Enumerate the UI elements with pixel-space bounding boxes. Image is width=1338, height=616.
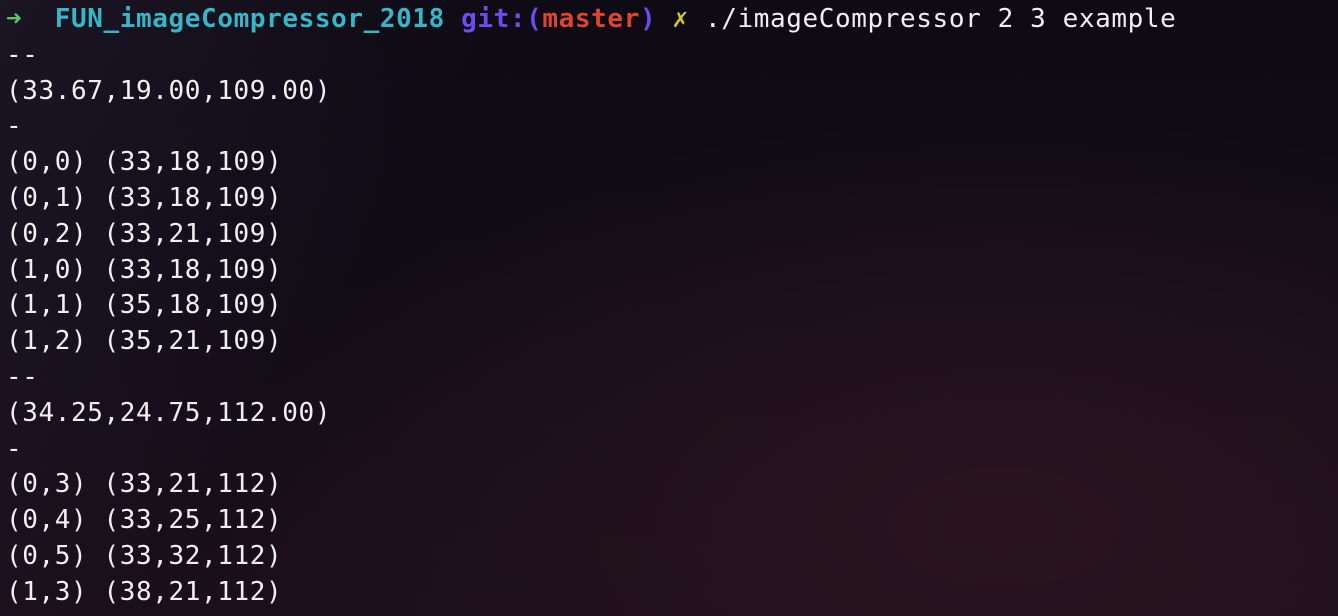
prompt-line: ➜ FUN_imageCompressor_2018 git:(master) … bbox=[6, 2, 1338, 38]
output-line: (0,1) (33,18,109) bbox=[6, 182, 283, 213]
current-directory: FUN_imageCompressor_2018 bbox=[54, 4, 445, 34]
git-label: git:( bbox=[461, 4, 543, 34]
output-line: - bbox=[6, 111, 23, 142]
dirty-marker-icon: ✗ bbox=[672, 4, 689, 34]
output-line: (0,4) (33,25,112) bbox=[6, 505, 283, 536]
output-line: -- bbox=[6, 361, 39, 392]
git-label-close: ) bbox=[639, 4, 657, 34]
output-line: (1,1) (35,18,109) bbox=[6, 290, 283, 321]
prompt-arrow-icon: ➜ bbox=[6, 4, 23, 34]
output-line: -- bbox=[6, 39, 39, 70]
output-line: (0,5) (33,32,112) bbox=[6, 540, 283, 571]
terminal-window[interactable]: ➜ FUN_imageCompressor_2018 git:(master) … bbox=[0, 0, 1338, 616]
output-line: (33.67,19.00,109.00) bbox=[6, 75, 332, 106]
output-line: (0,2) (33,21,109) bbox=[6, 218, 283, 249]
output-line: (1,0) (33,18,109) bbox=[6, 254, 283, 285]
output-line: (1,3) (38,21,112) bbox=[6, 576, 283, 607]
output-line: (0,3) (33,21,112) bbox=[6, 469, 283, 500]
output-line: - bbox=[6, 433, 23, 464]
output-line: (0,0) (33,18,109) bbox=[6, 147, 283, 178]
output-line: (1,2) (35,21,109) bbox=[6, 326, 283, 357]
command-text: ./imageCompressor 2 3 example bbox=[705, 4, 1177, 34]
output-line: (34.25,24.75,112.00) bbox=[6, 397, 332, 428]
git-branch: master bbox=[542, 4, 640, 34]
